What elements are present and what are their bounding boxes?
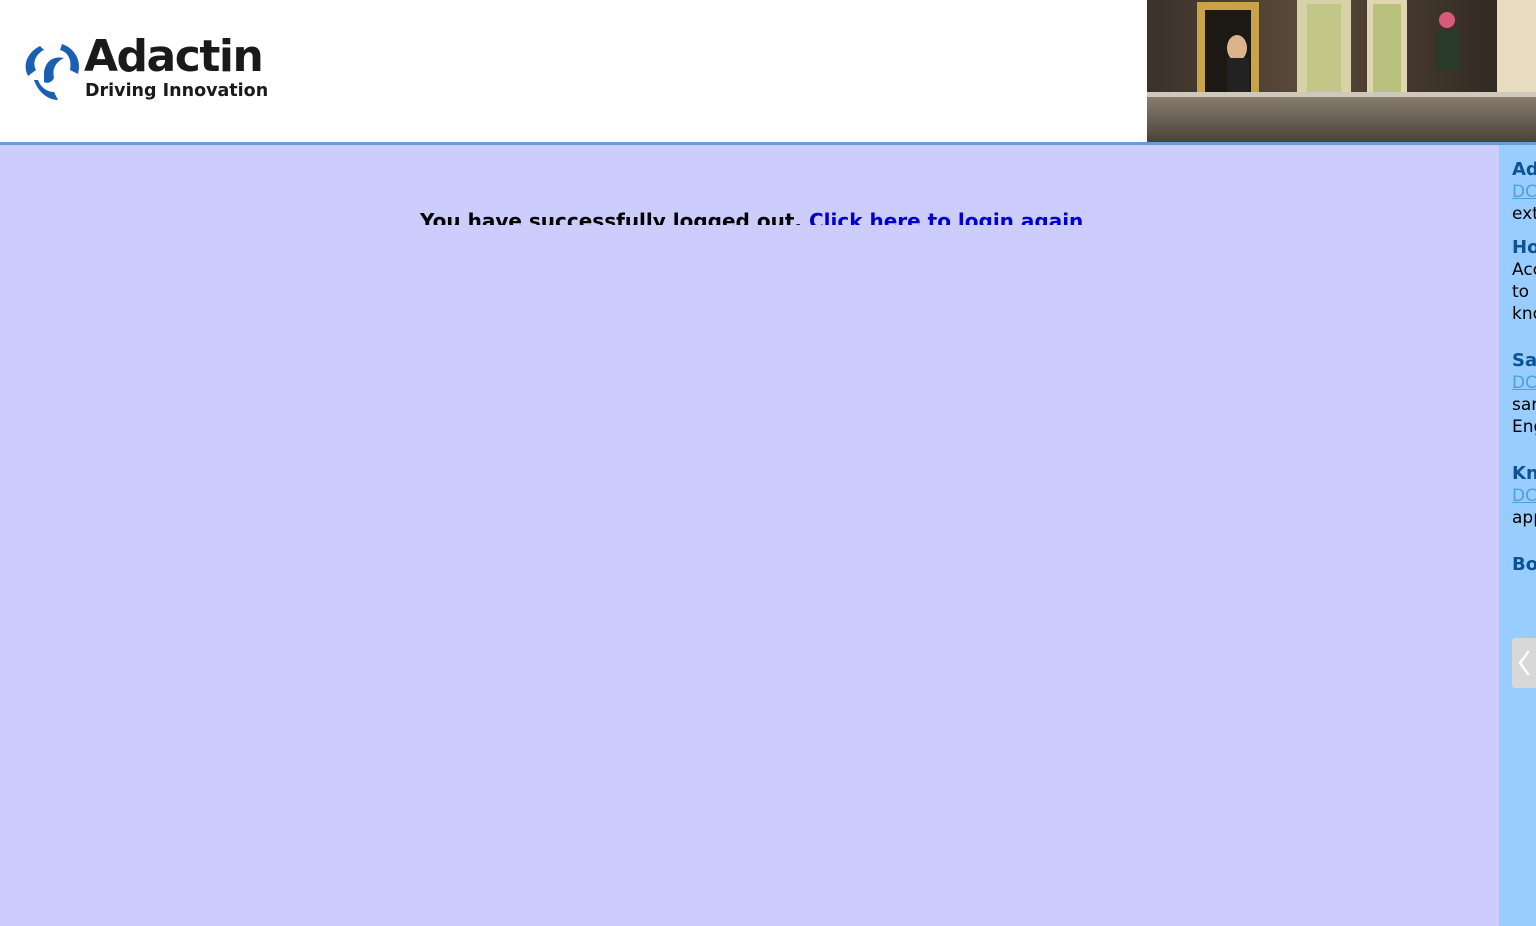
sidebar-item-heading: Ho — [1512, 237, 1536, 258]
hotel-lobby-photo — [1147, 0, 1536, 143]
site-header: Adactin Driving Innovation — [0, 0, 1536, 143]
sidebar-item-text: ext — [1512, 204, 1536, 224]
sidebar-item-text: sar — [1512, 395, 1536, 415]
sidebar-item-link[interactable]: DC — [1512, 485, 1536, 507]
sidebar-toggle-button[interactable] — [1512, 638, 1536, 688]
sidebar-item-heading: Bo — [1512, 554, 1536, 575]
sidebar-item-heading: Sa — [1512, 350, 1536, 371]
sidebar-item-text: Eng — [1512, 417, 1536, 437]
logo-tagline: Driving Innovation — [85, 81, 269, 101]
login-again-link[interactable]: Click here to login again — [809, 209, 1083, 225]
chevron-left-icon — [1518, 650, 1530, 676]
logout-message-line: You have successfully logged out. Click … — [420, 209, 1083, 225]
sidebar-item-text: app — [1512, 508, 1536, 528]
sidebar-item-text: kno — [1512, 304, 1536, 324]
adactin-logo[interactable]: Adactin Driving Innovation — [18, 32, 288, 106]
sidebar-item-text: Acc — [1512, 260, 1536, 280]
sidebar-item-heading: Kn — [1512, 463, 1536, 484]
logout-message: You have successfully logged out. — [420, 209, 802, 225]
adactin-swirl-icon — [25, 44, 80, 100]
sidebar-item-heading: Ad — [1512, 159, 1536, 180]
sidebar-item-text: to — [1512, 282, 1530, 302]
right-sidebar: Ad DC ext Ho Acc to kno Sa DC sar Eng Kn… — [1499, 145, 1536, 926]
logo-wordmark: Adactin — [84, 31, 264, 82]
main-content: You have successfully logged out. Click … — [0, 145, 1499, 926]
hotel-lobby-image — [1147, 0, 1536, 143]
sidebar-item-link[interactable]: DC — [1512, 372, 1536, 394]
sidebar-item-link[interactable]: DC — [1512, 181, 1536, 203]
